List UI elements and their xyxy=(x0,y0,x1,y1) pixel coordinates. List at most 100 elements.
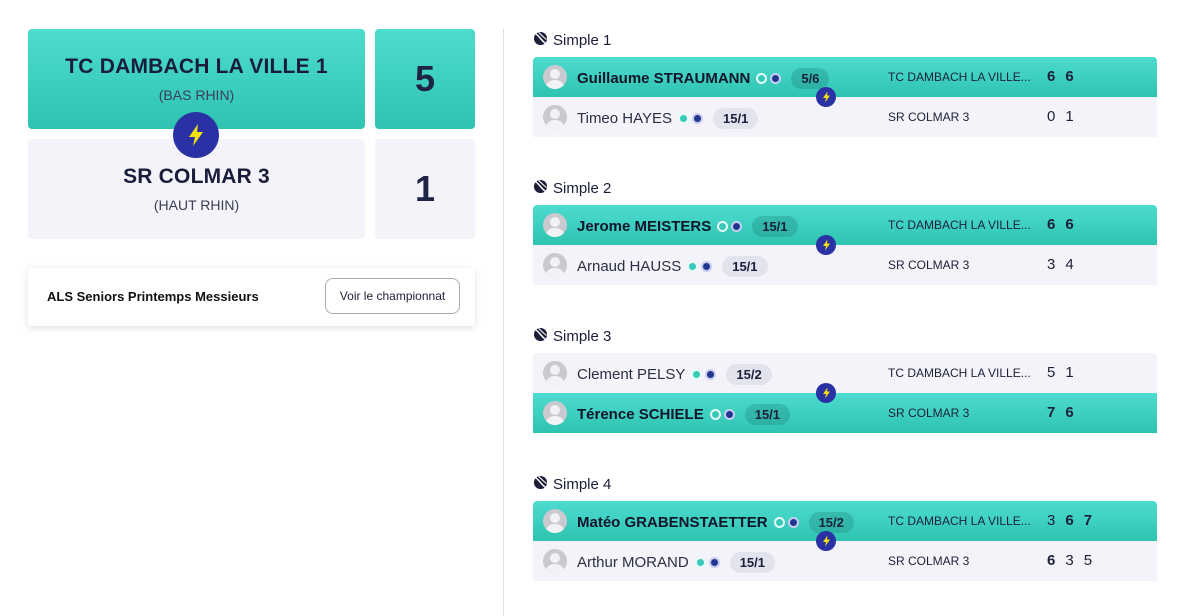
blue-status-icon xyxy=(701,261,713,272)
set-scores: 367 xyxy=(1047,512,1092,529)
player-club: SR COLMAR 3 xyxy=(888,554,970,568)
avatar-icon xyxy=(543,65,567,89)
lightning-bolt-icon xyxy=(173,112,219,158)
set-score: 6 xyxy=(1047,552,1056,569)
player-name[interactable]: Arthur MORAND xyxy=(577,554,689,571)
blue-status-icon xyxy=(708,557,720,568)
player-ranking-badge: 15/1 xyxy=(713,108,759,129)
teal-status-icon xyxy=(694,557,706,568)
match-title-label: Simple 4 xyxy=(553,476,612,493)
player-ranking-badge: 5/6 xyxy=(791,68,830,89)
player-ranking-badge: 15/1 xyxy=(729,552,775,573)
player-row: Clement PELSY 15/2 TC DAMBACH LA VILLE... 5… xyxy=(533,353,1157,393)
view-championship-button[interactable]: Voir le championnat xyxy=(325,278,460,314)
status-dots xyxy=(756,73,782,84)
match-title-label: Simple 3 xyxy=(553,328,612,345)
player-info: Guillaume STRAUMANN 5/6 xyxy=(577,68,830,89)
blue-status-icon xyxy=(705,369,717,380)
avatar-icon xyxy=(543,401,567,425)
away-team-score: 1 xyxy=(375,139,475,239)
status-dots xyxy=(717,221,743,232)
match-title: Simple 2 xyxy=(533,179,611,198)
status-dots xyxy=(678,113,704,124)
match-card[interactable]: Clement PELSY 15/2 TC DAMBACH LA VILLE... 5… xyxy=(533,353,1157,433)
blue-status-icon xyxy=(731,221,743,232)
home-team-score: 5 xyxy=(375,29,475,129)
avatar-icon xyxy=(543,549,567,573)
player-ranking-badge: 15/2 xyxy=(808,512,854,533)
player-row: Arthur MORAND 15/1 SR COLMAR 3 635 xyxy=(533,541,1157,581)
player-row: Arnaud HAUSS 15/1 SR COLMAR 3 34 xyxy=(533,245,1157,285)
player-row: Timeo HAYES 15/1 SR COLMAR 3 01 xyxy=(533,97,1157,137)
set-score: 3 xyxy=(1047,512,1056,529)
teal-status-icon xyxy=(687,261,699,272)
set-score: 1 xyxy=(1065,364,1074,381)
player-name[interactable]: Clement PELSY xyxy=(577,366,685,383)
tennis-ball-icon xyxy=(533,475,548,494)
player-club: SR COLMAR 3 xyxy=(888,110,970,124)
player-name[interactable]: Guillaume STRAUMANN xyxy=(577,70,750,87)
blue-status-icon xyxy=(723,409,735,420)
status-dots xyxy=(691,369,717,380)
player-row: Matéo GRABENSTAETTER 15/2 TC DAMBACH LA VI… xyxy=(533,501,1157,541)
set-score: 6 xyxy=(1047,216,1056,233)
set-score: 1 xyxy=(1065,108,1074,125)
lightning-bolt-icon xyxy=(816,235,836,255)
player-club: TC DAMBACH LA VILLE... xyxy=(888,70,1031,84)
player-info: Térence SCHIELE 15/1 xyxy=(577,404,791,425)
player-club: TC DAMBACH LA VILLE... xyxy=(888,218,1031,232)
set-score: 6 xyxy=(1065,512,1074,529)
player-name[interactable]: Timeo HAYES xyxy=(577,110,672,127)
player-name[interactable]: Térence SCHIELE xyxy=(577,406,704,423)
status-dots xyxy=(694,557,720,568)
player-name[interactable]: Matéo GRABENSTAETTER xyxy=(577,514,768,531)
player-club: TC DAMBACH LA VILLE... xyxy=(888,514,1031,528)
status-dots xyxy=(709,409,735,420)
teal-status-icon xyxy=(773,517,785,528)
player-info: Timeo HAYES 15/1 xyxy=(577,108,759,129)
player-info: Arnaud HAUSS 15/1 xyxy=(577,256,768,277)
match-title: Simple 4 xyxy=(533,475,611,494)
avatar-icon xyxy=(543,105,567,129)
set-scores: 51 xyxy=(1047,364,1074,381)
player-ranking-badge: 15/1 xyxy=(722,256,768,277)
set-score: 5 xyxy=(1083,552,1093,569)
set-scores: 66 xyxy=(1047,68,1074,85)
player-club: SR COLMAR 3 xyxy=(888,406,970,420)
vertical-divider xyxy=(503,29,504,616)
player-ranking-badge: 15/1 xyxy=(744,404,791,425)
teal-status-icon xyxy=(691,369,703,380)
championship-title: ALS Seniors Printemps Messieurs xyxy=(47,289,259,304)
teal-status-icon xyxy=(678,113,690,124)
player-club: SR COLMAR 3 xyxy=(888,258,970,272)
match-card[interactable]: Guillaume STRAUMANN 5/6 TC DAMBACH LA VILL… xyxy=(533,57,1157,137)
set-score: 3 xyxy=(1065,552,1074,569)
blue-status-icon xyxy=(770,73,782,84)
player-club: TC DAMBACH LA VILLE... xyxy=(888,366,1031,380)
player-info: Matéo GRABENSTAETTER 15/2 xyxy=(577,512,854,533)
set-scores: 34 xyxy=(1047,256,1074,273)
status-dots xyxy=(687,261,713,272)
player-name[interactable]: Jerome MEISTERS xyxy=(577,218,711,235)
tennis-ball-icon xyxy=(533,327,548,346)
teal-status-icon xyxy=(756,73,768,84)
set-scores: 635 xyxy=(1047,552,1092,569)
tennis-ball-icon xyxy=(533,31,548,50)
player-name[interactable]: Arnaud HAUSS xyxy=(577,258,681,275)
set-score: 7 xyxy=(1047,404,1056,421)
player-row: Guillaume STRAUMANN 5/6 TC DAMBACH LA VILL… xyxy=(533,57,1157,97)
teal-status-icon xyxy=(717,221,729,232)
status-dots xyxy=(773,517,799,528)
match-card[interactable]: Matéo GRABENSTAETTER 15/2 TC DAMBACH LA VI… xyxy=(533,501,1157,581)
set-score: 3 xyxy=(1047,256,1056,273)
set-score: 0 xyxy=(1047,108,1056,125)
home-team-name: TC DAMBACH LA VILLE 1 xyxy=(65,55,328,78)
match-card[interactable]: Jerome MEISTERS 15/1 TC DAMBACH LA VILLE..… xyxy=(533,205,1157,285)
lightning-bolt-icon xyxy=(816,383,836,403)
player-info: Jerome MEISTERS 15/1 xyxy=(577,216,798,237)
match-title: Simple 1 xyxy=(533,31,611,50)
set-score: 6 xyxy=(1065,216,1074,233)
lightning-bolt-icon xyxy=(816,87,836,107)
match-title-label: Simple 1 xyxy=(553,32,612,49)
set-scores: 76 xyxy=(1047,404,1074,421)
